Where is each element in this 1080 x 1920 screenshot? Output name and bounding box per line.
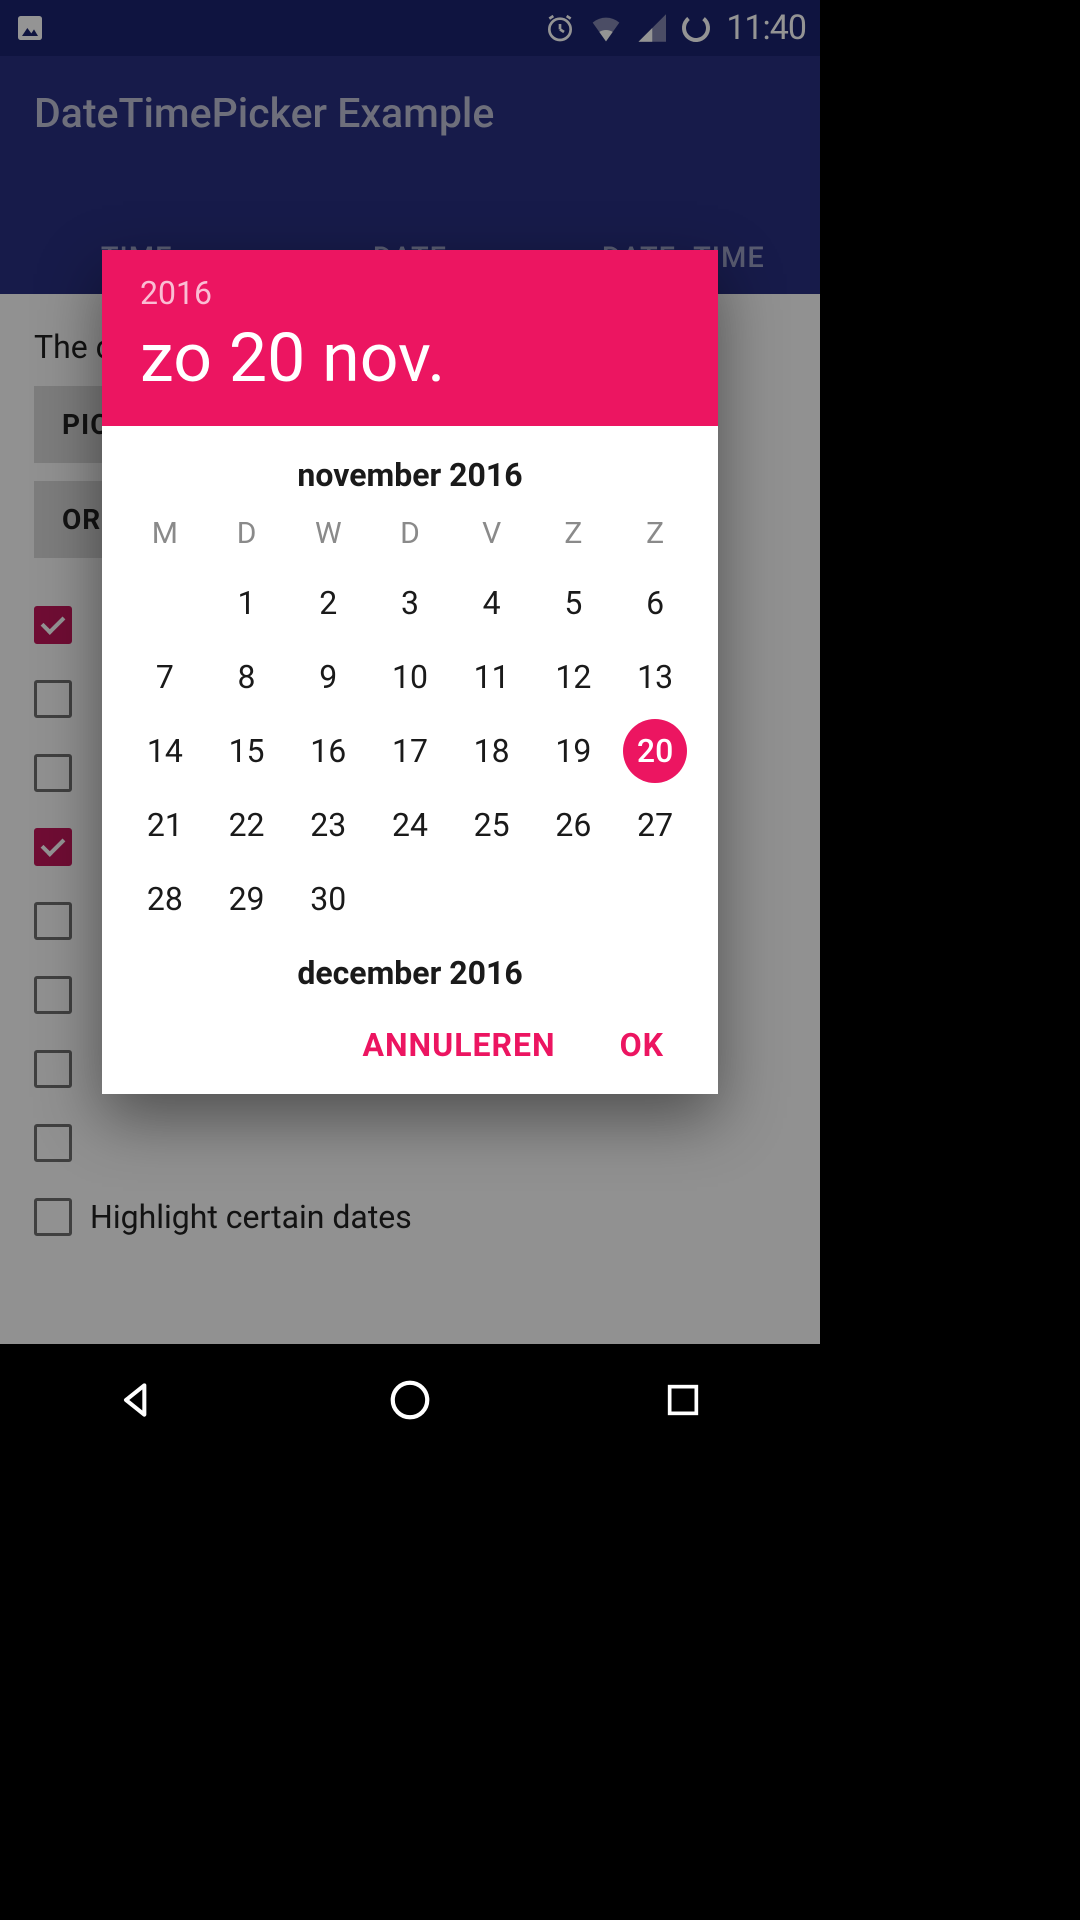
navigation-bar	[0, 1344, 820, 1456]
calendar-day[interactable]: 5	[533, 566, 615, 640]
calendar-day[interactable]: 27	[614, 788, 696, 862]
calendar-empty	[451, 862, 533, 936]
month-title: november 2016	[124, 436, 696, 500]
calendar-day[interactable]: 26	[533, 788, 615, 862]
calendar-day[interactable]: 25	[451, 788, 533, 862]
calendar-day[interactable]: 15	[206, 714, 288, 788]
calendar-empty	[369, 862, 451, 936]
weekday-label: W	[287, 500, 369, 566]
calendar-day[interactable]: 4	[451, 566, 533, 640]
calendar-empty	[124, 566, 206, 640]
calendar-day[interactable]: 20	[614, 714, 696, 788]
calendar-day[interactable]: 10	[369, 640, 451, 714]
date-display[interactable]: zo 20 nov.	[140, 318, 680, 398]
calendar-day[interactable]: 24	[369, 788, 451, 862]
calendar-day[interactable]: 28	[124, 862, 206, 936]
cancel-button[interactable]: ANNULEREN	[362, 1026, 555, 1064]
calendar-day[interactable]: 29	[206, 862, 288, 936]
calendar-day[interactable]: 12	[533, 640, 615, 714]
back-button[interactable]	[107, 1370, 167, 1430]
calendar-day[interactable]: 17	[369, 714, 451, 788]
calendar-day[interactable]: 18	[451, 714, 533, 788]
calendar-day[interactable]: 9	[287, 640, 369, 714]
calendar-grid: MDWDVZZ 12345678910111213141516171819202…	[124, 500, 696, 936]
calendar-day[interactable]: 22	[206, 788, 288, 862]
calendar-day[interactable]: 8	[206, 640, 288, 714]
calendar-empty	[614, 862, 696, 936]
year-selector[interactable]: 2016	[140, 274, 680, 312]
weekday-label: V	[451, 500, 533, 566]
calendar-day[interactable]: 11	[451, 640, 533, 714]
calendar-day[interactable]: 23	[287, 788, 369, 862]
next-month-title: december 2016	[124, 936, 696, 1002]
weekday-label: D	[206, 500, 288, 566]
ok-button[interactable]: OK	[620, 1026, 664, 1064]
calendar-day[interactable]: 16	[287, 714, 369, 788]
calendar-day[interactable]: 7	[124, 640, 206, 714]
calendar-day[interactable]: 19	[533, 714, 615, 788]
weekday-label: Z	[533, 500, 615, 566]
recent-button[interactable]	[653, 1370, 713, 1430]
calendar-day[interactable]: 21	[124, 788, 206, 862]
calendar-day[interactable]: 3	[369, 566, 451, 640]
calendar-day[interactable]: 1	[206, 566, 288, 640]
calendar-day[interactable]: 2	[287, 566, 369, 640]
weekday-label: Z	[614, 500, 696, 566]
calendar-day[interactable]: 14	[124, 714, 206, 788]
home-button[interactable]	[380, 1370, 440, 1430]
calendar-day[interactable]: 30	[287, 862, 369, 936]
date-picker-dialog: 2016 zo 20 nov. november 2016 MDWDVZZ 12…	[102, 250, 718, 1094]
date-picker-header: 2016 zo 20 nov.	[102, 250, 718, 426]
weekday-label: D	[369, 500, 451, 566]
weekday-label: M	[124, 500, 206, 566]
calendar-empty	[533, 862, 615, 936]
calendar-day[interactable]: 13	[614, 640, 696, 714]
calendar-day[interactable]: 6	[614, 566, 696, 640]
